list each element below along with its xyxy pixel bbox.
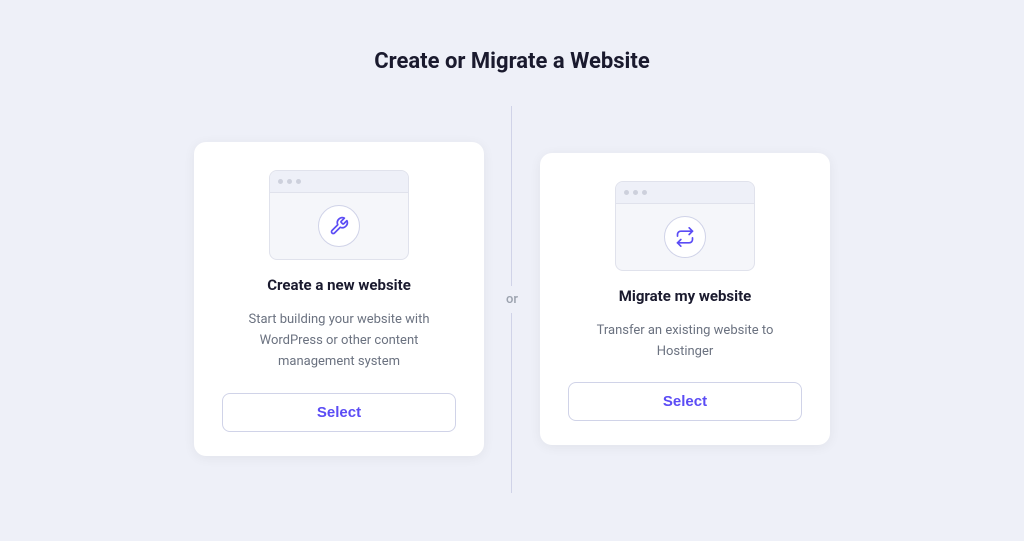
arrows-icon-circle [664,216,706,258]
browser-dot-6 [642,190,647,195]
cards-container: Create a new website Start building your… [194,106,830,493]
create-card: Create a new website Start building your… [194,142,484,455]
transfer-icon [675,227,695,247]
browser-dot-4 [624,190,629,195]
create-card-description: Start building your website with WordPre… [229,310,449,372]
divider-line-top [511,106,512,286]
divider-or: or [502,106,522,493]
browser-dot-1 [278,179,283,184]
page-wrapper: Create or Migrate a Website Crea [0,29,1024,513]
wrench-icon [329,216,349,236]
browser-content-migrate [616,204,754,270]
browser-dot-3 [296,179,301,184]
browser-mockup-create [269,170,409,260]
browser-dot-2 [287,179,292,184]
migrate-card: Migrate my website Transfer an existing … [540,153,830,446]
browser-dot-5 [633,190,638,195]
or-label: or [502,286,522,313]
divider-line-bottom [511,313,512,493]
migrate-select-button[interactable]: Select [568,382,802,421]
browser-topbar-create [270,171,408,193]
page-title: Create or Migrate a Website [374,49,649,74]
migrate-card-title: Migrate my website [619,287,752,305]
create-select-button[interactable]: Select [222,393,456,432]
wrench-icon-circle [318,205,360,247]
migrate-card-description: Transfer an existing website to Hostinge… [575,321,795,363]
browser-mockup-migrate [615,181,755,271]
browser-topbar-migrate [616,182,754,204]
create-card-title: Create a new website [267,276,411,294]
browser-content-create [270,193,408,259]
